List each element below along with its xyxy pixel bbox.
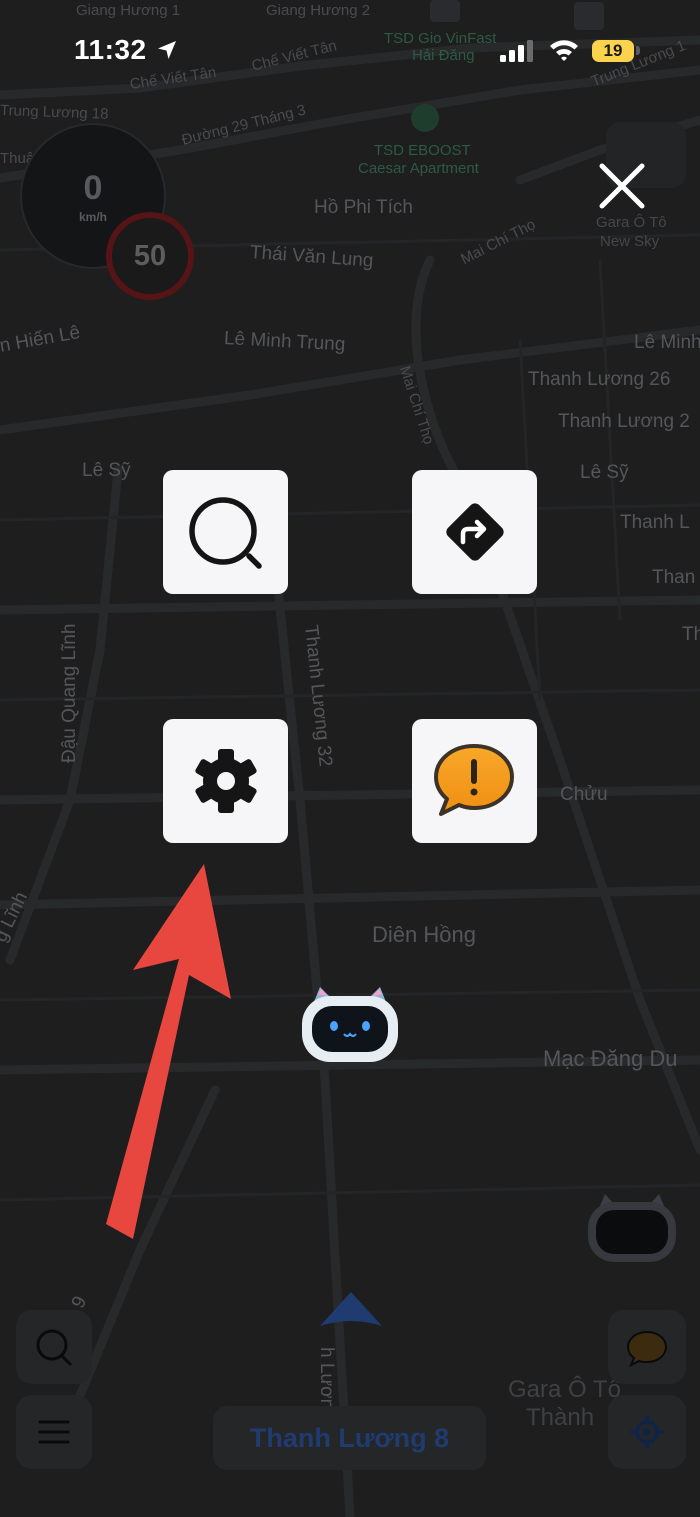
bottom-report-button[interactable] — [608, 1310, 686, 1384]
locate-me-icon — [630, 1415, 664, 1449]
bottom-menu-button[interactable] — [16, 1395, 92, 1469]
report-bubble-icon — [626, 1330, 668, 1368]
assistant-robot-button[interactable] — [582, 1190, 682, 1266]
app-screen: Giang Hương 1 Giang Hương 2 TSD Gio VinF… — [0, 0, 700, 1517]
bottom-search-button[interactable] — [16, 1310, 92, 1384]
assistant-robot-icon — [302, 987, 398, 1062]
search-icon — [36, 1329, 72, 1366]
current-street-pill[interactable]: Thanh Lương 8 — [213, 1406, 486, 1470]
current-street-name: Thanh Lương 8 — [249, 1423, 450, 1453]
hamburger-menu-icon — [38, 1420, 70, 1444]
bottom-locate-button[interactable] — [608, 1395, 686, 1469]
navigation-position-icon — [320, 1292, 382, 1326]
